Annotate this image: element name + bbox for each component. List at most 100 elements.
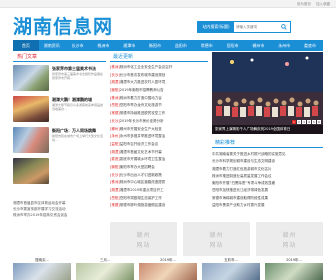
list-item[interactable]: 常德市海绵城市建设取得阶段性成果 bbox=[212, 195, 323, 202]
item-title[interactable]: 湘潭市首届文化艺术节开幕 bbox=[120, 150, 162, 154]
item-title[interactable]: 常德市持续推进脱贫攻坚工作 bbox=[120, 111, 166, 115]
gallery-thumbnail[interactable] bbox=[265, 263, 323, 280]
list-item[interactable]: [湘潭]湘潭市首届文化艺术节开幕 bbox=[110, 149, 208, 157]
search-scope-select[interactable]: 站内搜索(标题) bbox=[198, 22, 234, 32]
list-item[interactable]: [岳阳]岳阳市洞庭湖生态保护工作 bbox=[110, 195, 208, 203]
nav-item-yongzhou[interactable]: 永州市 bbox=[271, 40, 297, 51]
item-title[interactable]: 岳阳市举办龙舟文化旅游节 bbox=[120, 103, 162, 107]
list-item[interactable]: 中共湖南省委关于推进乡村振兴战略的实施意见 bbox=[212, 151, 323, 158]
featured-article[interactable]: 衡阳广场：万人同场跳舞 衡阳市民在城市广场上举行大型文化活动... bbox=[13, 127, 106, 155]
region-tag[interactable]: [株洲] bbox=[110, 65, 120, 69]
region-tag[interactable]: [益阳] bbox=[110, 142, 120, 146]
region-tag[interactable]: [长沙] bbox=[110, 173, 120, 177]
list-item[interactable]: [湘潭]湘潭市2019年重点项目开工 bbox=[110, 187, 208, 195]
gallery-thumbnail[interactable] bbox=[202, 263, 260, 280]
list-item[interactable]: [长沙]2019年长沙市房价走势分析 bbox=[110, 118, 208, 126]
list-item[interactable]: [株洲]株洲市着力打造中国动力谷 bbox=[110, 95, 208, 103]
list-item[interactable]: [长沙]长沙市出台人才引进新政策 bbox=[110, 172, 208, 180]
list-item[interactable]: [娄底]娄底市开展城乡环境卫生整治 bbox=[110, 156, 208, 164]
region-tag[interactable]: [衡阳] bbox=[110, 88, 120, 92]
gallery-item[interactable]: 2019年... bbox=[265, 258, 323, 280]
gallery-item[interactable]: 搜索实... bbox=[13, 258, 71, 280]
list-item[interactable]: 衡阳市开展“扫黑除恶”专项斗争成效显著 bbox=[212, 180, 323, 187]
item-title[interactable]: 株洲市中心城区道路改造提质 bbox=[120, 180, 166, 184]
item-title[interactable]: 常德市柳叶湖旅游度假区建设 bbox=[120, 203, 166, 207]
list-item[interactable]: [湘潭]湘潭市大力推进农村人居环境 bbox=[110, 79, 208, 87]
ad-slot[interactable]: 赣州 网站 bbox=[110, 222, 177, 256]
list-item[interactable]: [衡阳]2019年衡阳市招聘教师公告 bbox=[110, 87, 208, 95]
gallery-thumbnail[interactable] bbox=[139, 263, 197, 280]
ad-slot[interactable]: 赣州 网站 bbox=[256, 222, 323, 256]
region-tag[interactable]: [永州] bbox=[110, 134, 120, 138]
region-tag[interactable]: [岳阳] bbox=[110, 103, 120, 107]
list-item[interactable]: 益阳市黑茶产业助力乡村振兴发展 bbox=[212, 202, 323, 209]
search-input[interactable] bbox=[236, 22, 278, 32]
slider-page-5[interactable]: 5 bbox=[312, 120, 316, 124]
region-tag[interactable]: [湘潭] bbox=[110, 150, 120, 154]
item-title[interactable]: 岳阳市洞庭湖生态保护工作 bbox=[120, 196, 162, 200]
region-tag[interactable]: [湘潭] bbox=[110, 80, 120, 84]
list-item[interactable]: 株洲市推进制造业高质量发展工作会议 bbox=[212, 173, 323, 180]
list-item[interactable]: [株洲]株洲市化工企业安全生产会议召开 bbox=[110, 64, 208, 72]
region-tag[interactable]: [株洲] bbox=[110, 96, 120, 100]
item-title[interactable]: 益阳市召开经济工作会议 bbox=[120, 142, 159, 146]
featured-thumbnail[interactable] bbox=[13, 96, 49, 122]
nav-item-changsha[interactable]: 长沙市 bbox=[65, 40, 91, 51]
item-title[interactable]: 2019年长沙市房价走势分析 bbox=[120, 119, 164, 123]
region-tag[interactable]: [常德] bbox=[110, 203, 120, 207]
nav-item-changde[interactable]: 常德市 bbox=[194, 40, 220, 51]
featured-thumbnail[interactable] bbox=[13, 158, 49, 184]
gallery-thumbnail[interactable] bbox=[76, 263, 134, 280]
gallery-item[interactable]: 三月... bbox=[76, 258, 134, 280]
item-title[interactable]: 衡阳市举办大型招聘会 bbox=[120, 165, 155, 169]
nav-item-xiangtan[interactable]: 湘潭市 bbox=[116, 40, 142, 51]
item-title[interactable]: 长沙市出台人才引进新政策 bbox=[120, 173, 162, 177]
list-item[interactable]: [岳阳]岳阳市举办龙舟文化旅游节 bbox=[110, 102, 208, 110]
slider-page-2[interactable]: 2 bbox=[297, 120, 301, 124]
nav-item-yiyang[interactable]: 益阳市 bbox=[168, 40, 194, 51]
list-item[interactable]: [益阳]益阳市召开经济工作会议 bbox=[110, 141, 208, 149]
image-slider[interactable]: 1 2 3 4 5 6 张家界上演精彩千人广场舞庆祝2019全国体育日 bbox=[212, 52, 323, 134]
region-tag[interactable]: [娄底] bbox=[110, 157, 120, 161]
slider-page-4[interactable]: 4 bbox=[307, 120, 311, 124]
list-item[interactable]: 湘潭市着力打造红色旅游城市文化名片 bbox=[212, 166, 323, 173]
nav-item-yueyang[interactable]: 岳阳市 bbox=[220, 40, 246, 51]
ad-slot[interactable]: 赣州 网站 bbox=[183, 222, 250, 256]
nav-item-hunan[interactable]: 湖南资讯 bbox=[39, 40, 65, 51]
region-tag[interactable]: [长沙] bbox=[110, 73, 120, 77]
site-logo[interactable]: 湖南信息网 bbox=[13, 17, 113, 37]
gallery-thumbnail[interactable] bbox=[13, 263, 71, 280]
list-item[interactable]: [衡阳]衡阳市举办大型招聘会 bbox=[110, 164, 208, 172]
list-item[interactable]: [常德]常德市持续推进脱贫攻坚工作 bbox=[110, 110, 208, 118]
featured-article[interactable]: 湘潭大鹅！湘潭鹅的城 湘潭大鹅节吸引众多游客前来参观品尝当地美食... bbox=[13, 96, 106, 124]
featured-article[interactable]: 张家界市第三届美术书法 张家界市第三届美术书法摄影作品展在张家界市开幕... bbox=[13, 65, 106, 93]
slider-caption[interactable]: 张家界上演精彩千人广场舞庆祝2019全国体育日 bbox=[215, 127, 290, 132]
item-title[interactable]: 株洲市着力打造中国动力谷 bbox=[120, 96, 162, 100]
list-item[interactable]: 岳阳市加快推进长江经济带绿色发展 bbox=[212, 187, 323, 194]
region-tag[interactable]: [岳阳] bbox=[110, 196, 120, 200]
nav-item-home[interactable]: 首页 bbox=[13, 40, 39, 51]
region-tag[interactable]: [衡阳] bbox=[110, 165, 120, 169]
set-homepage-link[interactable]: 设为首页 bbox=[297, 2, 311, 6]
featured-article[interactable] bbox=[13, 158, 106, 186]
nav-item-zhuzhou[interactable]: 株洲市 bbox=[90, 40, 116, 51]
list-item[interactable]: [长沙]长沙市首次发布城市建设规划 bbox=[110, 72, 208, 80]
slider-page-3[interactable]: 3 bbox=[302, 120, 306, 124]
item-title[interactable]: 株洲市化工企业安全生产会议召开 bbox=[120, 65, 173, 69]
featured-thumbnail[interactable] bbox=[13, 65, 49, 91]
search-button[interactable] bbox=[278, 22, 290, 32]
item-title[interactable]: 2019年衡阳市招聘教师公告 bbox=[120, 88, 164, 92]
region-tag[interactable]: [常德] bbox=[110, 111, 120, 115]
nav-item-chenzhou[interactable]: 郴州市 bbox=[245, 40, 271, 51]
region-tag[interactable]: [郴州] bbox=[110, 127, 120, 131]
list-item[interactable]: [郴州]郴州市开展安全生产大检查 bbox=[110, 126, 208, 134]
featured-thumbnail[interactable] bbox=[13, 127, 49, 153]
gallery-item[interactable]: 五彩车... bbox=[202, 258, 260, 280]
item-title[interactable]: 长沙市首次发布城市建设规划 bbox=[120, 73, 166, 77]
list-item[interactable]: [株洲]株洲市中心城区道路改造提质 bbox=[110, 179, 208, 187]
region-tag[interactable]: [湘潭] bbox=[110, 188, 120, 192]
gallery-item[interactable]: 2019年... bbox=[139, 258, 197, 280]
list-item[interactable]: [常德]常德市柳叶湖旅游度假区建设 bbox=[110, 202, 208, 210]
add-favorite-link[interactable]: 加入收藏 bbox=[316, 2, 330, 6]
item-title[interactable]: 湘潭市2019年重点项目开工 bbox=[120, 188, 164, 192]
